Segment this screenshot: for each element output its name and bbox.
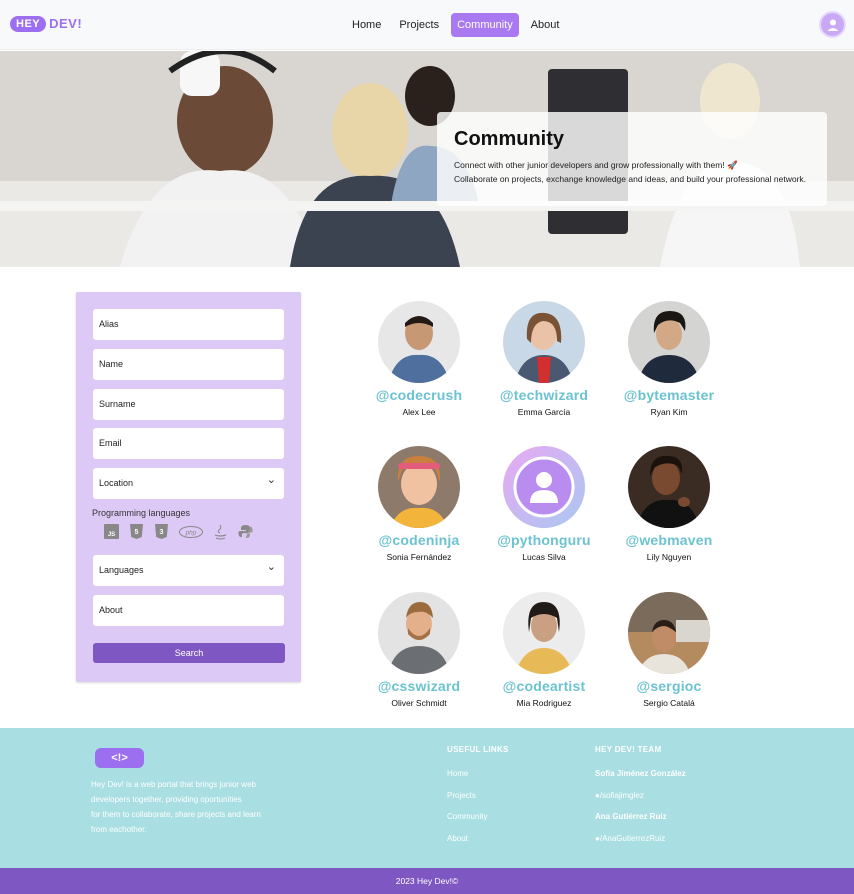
profile-handle: @sergioc (636, 678, 702, 694)
team-member-name: Sofía Jiménez González (595, 769, 686, 778)
profile-card[interactable]: @webmaven Lily Nguyen (609, 446, 729, 562)
programming-languages-label: Programming languages (92, 508, 191, 518)
profile-photo (503, 301, 585, 383)
footer-about-line: from eachother. (91, 825, 147, 834)
svg-text:php: php (185, 529, 197, 536)
github-handle: /sofiajimglez (599, 790, 644, 800)
location-select[interactable]: Location (93, 468, 284, 499)
team-column: HEY DEV! TEAM Sofía Jiménez González ●/s… (595, 745, 686, 856)
team-title: HEY DEV! TEAM (595, 745, 662, 754)
footer-link-projects[interactable]: Projects (447, 791, 509, 813)
about-input[interactable]: About (93, 595, 284, 626)
profile-name: Emma García (517, 407, 571, 417)
language-icons: JS 5 3 php (104, 524, 253, 539)
profile-handle: @techwizard (499, 387, 589, 403)
profile-handle: @pythonguru (497, 532, 591, 548)
email-input[interactable]: Email (93, 428, 284, 459)
footer-about-line: Hey Dev! is a web portal that brings jun… (91, 780, 256, 789)
profile-photo (378, 301, 460, 383)
profile-card[interactable]: @codecrush Alex Lee (359, 301, 479, 417)
search-button[interactable]: Search (93, 643, 285, 663)
html5-icon[interactable]: 5 (129, 524, 144, 539)
profile-handle: @codeartist (502, 678, 586, 694)
profile-card[interactable]: @codeartist Mia Rodriguez (484, 592, 604, 708)
surname-input[interactable]: Surname (93, 389, 284, 420)
profile-photo (503, 446, 585, 528)
profile-name: Lucas Silva (522, 552, 566, 562)
nav-community[interactable]: Community (451, 13, 519, 37)
user-avatar[interactable] (819, 11, 846, 38)
svg-text:JS: JS (108, 532, 115, 538)
alias-input[interactable]: Alias (93, 309, 284, 340)
profile-name: Sergio Catalá (643, 698, 695, 708)
profile-card[interactable]: @sergioc Sergio Catalá (609, 592, 729, 708)
svg-text:5: 5 (135, 529, 139, 536)
profile-card[interactable]: @pythonguru Lucas Silva (484, 446, 604, 562)
hero-line-2: Collaborate on projects, exchange knowle… (454, 174, 807, 184)
profile-handle: @codeninja (378, 532, 460, 548)
java-icon[interactable] (213, 524, 228, 539)
python-icon[interactable] (238, 524, 253, 539)
footer-about: Hey Dev! is a web portal that brings jun… (91, 777, 291, 837)
footer-about-line: developers together, providing oportunit… (91, 795, 242, 804)
profile-handle: @csswizard (377, 678, 461, 694)
user-icon (827, 19, 838, 31)
profile-card[interactable]: @techwizard Emma García (484, 301, 604, 417)
footer-about-line: for them to collaborate, share projects … (91, 810, 261, 819)
copyright-bar: 2023 Hey Dev!© (0, 868, 854, 894)
profile-photo (378, 446, 460, 528)
profile-photo (628, 592, 710, 674)
logo-hey: HEY (10, 15, 47, 32)
nav-about[interactable]: About (525, 13, 566, 37)
profile-photo (628, 446, 710, 528)
footer-logo[interactable]: <!> (95, 748, 144, 768)
profile-name: Mia Rodriguez (516, 698, 572, 708)
footer-link-community[interactable]: Community (447, 812, 509, 834)
js-icon[interactable]: JS (104, 524, 119, 539)
nav-projects[interactable]: Projects (393, 13, 445, 37)
team-member-github[interactable]: ●/sofiajimglez (595, 791, 686, 813)
profile-name: Lily Nguyen (646, 552, 692, 562)
languages-select[interactable]: Languages (93, 555, 284, 586)
profile-card[interactable]: @codeninja Sonia Fernández (359, 446, 479, 562)
useful-links: USEFUL LINKS Home Projects Community Abo… (447, 745, 509, 856)
profile-name: Sonia Fernández (386, 552, 452, 562)
profile-name: Ryan Kim (650, 407, 688, 417)
profile-handle: @webmaven (625, 532, 713, 548)
profile-photo (503, 592, 585, 674)
php-icon[interactable]: php (179, 524, 203, 539)
hero-title: Community (454, 128, 564, 150)
profile-handle: @codecrush (375, 387, 463, 403)
css3-icon[interactable]: 3 (154, 524, 169, 539)
footer-link-about[interactable]: About (447, 834, 509, 856)
svg-text:3: 3 (160, 529, 164, 536)
team-member-github[interactable]: ●/AnaGutierrezRuiz (595, 834, 686, 856)
profile-name: Oliver Schmidt (391, 698, 447, 708)
logo-dev: DEV! (49, 16, 83, 31)
filter-panel: Alias Name Surname Email Location Progra… (76, 292, 301, 682)
profile-photo (378, 592, 460, 674)
profile-name: Alex Lee (402, 407, 436, 417)
footer-link-home[interactable]: Home (447, 769, 509, 791)
team-member-name: Ana Gutiérrez Ruiz (595, 812, 667, 822)
footer: <!> Hey Dev! is a web portal that brings… (0, 728, 854, 868)
profile-card[interactable]: @bytemaster Ryan Kim (609, 301, 729, 417)
profile-handle: @bytemaster (623, 387, 715, 403)
hero-card: Community Connect with other junior deve… (437, 112, 827, 206)
logo[interactable]: HEY DEV! (10, 15, 82, 32)
nav-links: Home Projects Community About (346, 13, 565, 37)
navbar: HEY DEV! Home Projects Community About (0, 0, 854, 50)
profile-photo (628, 301, 710, 383)
name-input[interactable]: Name (93, 349, 284, 380)
profile-card[interactable]: @csswizard Oliver Schmidt (359, 592, 479, 708)
github-handle: /AnaGutierrezRuiz (599, 834, 666, 844)
hero-banner: Community Connect with other junior deve… (0, 51, 854, 267)
useful-links-title: USEFUL LINKS (447, 745, 509, 754)
nav-home[interactable]: Home (346, 13, 387, 37)
hero-line-1: Connect with other junior developers and… (454, 160, 738, 170)
